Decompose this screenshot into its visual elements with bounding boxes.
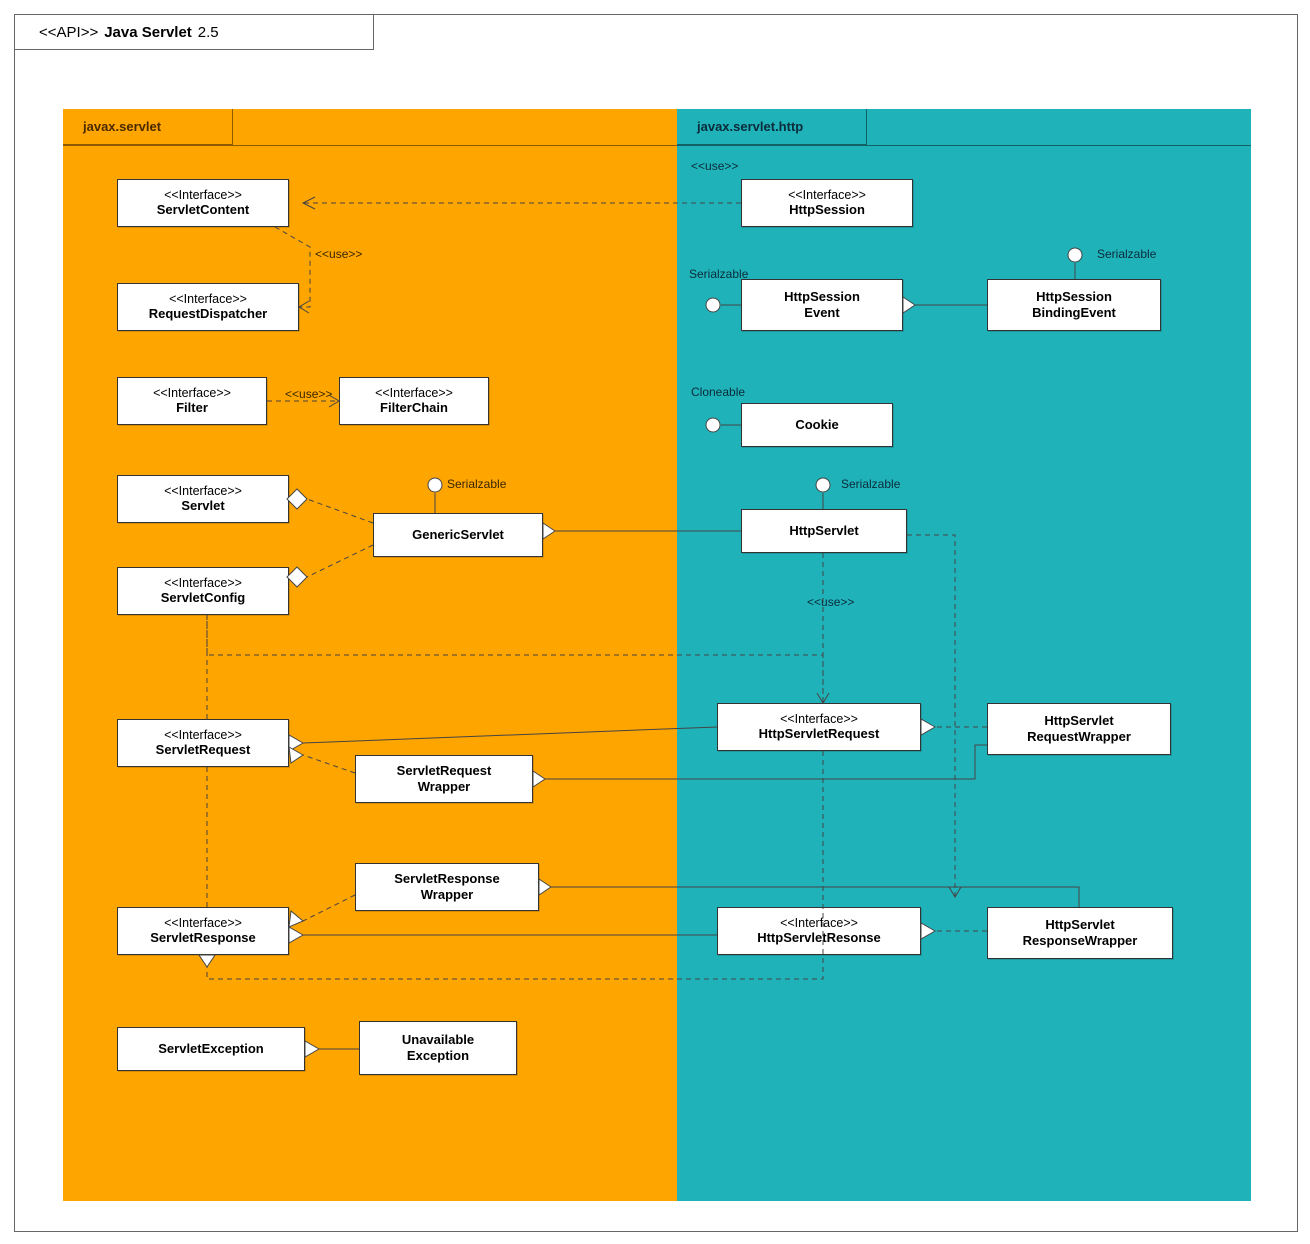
use-label: <<use>>: [691, 159, 738, 173]
serializable-label: Serialzable: [447, 477, 506, 491]
class-box-requestDispatcher: <<Interface>>RequestDispatcher: [117, 283, 299, 331]
use-label: <<use>>: [285, 387, 332, 401]
stereotype-label: <<Interface>>: [164, 916, 242, 930]
class-box-httpServletResponseWrapper: HttpServletResponseWrapper: [987, 907, 1173, 959]
class-box-servletResponse: <<Interface>>ServletResponse: [117, 907, 289, 955]
uml-frame: <<API>> Java Servlet 2.5 javax.servlet j…: [14, 14, 1298, 1232]
class-box-servletRequest: <<Interface>>ServletRequest: [117, 719, 289, 767]
package-tab-http: javax.servlet.http: [677, 109, 867, 145]
class-name: Servlet: [181, 498, 224, 514]
frame-title: Java Servlet: [104, 24, 192, 41]
stereotype-label: <<Interface>>: [169, 292, 247, 306]
class-box-httpServletRequestWrapper: HttpServletRequestWrapper: [987, 703, 1171, 755]
frame-stereotype: <<API>>: [39, 24, 98, 41]
stereotype-label: <<Interface>>: [780, 712, 858, 726]
class-name: RequestDispatcher: [149, 306, 267, 322]
package-divider: [63, 145, 677, 146]
stereotype-label: <<Interface>>: [788, 188, 866, 202]
class-name: HttpServletRequest: [759, 726, 880, 742]
class-name: ServletException: [158, 1041, 264, 1057]
class-box-filterChain: <<Interface>>FilterChain: [339, 377, 489, 425]
diagram-root: <<API>> Java Servlet 2.5 javax.servlet j…: [0, 0, 1310, 1244]
class-name: ServletContent: [157, 202, 249, 218]
cloneable-label: Cloneable: [691, 385, 745, 399]
class-box-servletResponseWrapper: ServletResponseWrapper: [355, 863, 539, 911]
stereotype-label: <<Interface>>: [164, 728, 242, 742]
stereotype-label: <<Interface>>: [164, 188, 242, 202]
class-name: UnavailableException: [402, 1032, 474, 1065]
class-name: HttpServletResponseWrapper: [1023, 917, 1138, 950]
stereotype-label: <<Interface>>: [164, 484, 242, 498]
class-name: HttpServletRequestWrapper: [1027, 713, 1131, 746]
serializable-label: Serialzable: [1097, 247, 1156, 261]
class-box-httpServletResponse: <<Interface>>HttpServletResonse: [717, 907, 921, 955]
class-name: ServletConfig: [161, 590, 246, 606]
class-name: HttpSessionEvent: [784, 289, 860, 322]
package-tab-servlet: javax.servlet: [63, 109, 233, 145]
class-box-httpServlet: HttpServlet: [741, 509, 907, 553]
package-divider: [677, 145, 1251, 146]
class-box-filter: <<Interface>>Filter: [117, 377, 267, 425]
class-box-httpSessionBindingEvent: HttpSessionBindingEvent: [987, 279, 1161, 331]
class-name: ServletResponse: [150, 930, 256, 946]
class-name: GenericServlet: [412, 527, 504, 543]
use-label: <<use>>: [807, 595, 854, 609]
class-box-httpSession: <<Interface>>HttpSession: [741, 179, 913, 227]
frame-header: <<API>> Java Servlet 2.5: [14, 14, 374, 50]
class-name: HttpServletResonse: [757, 930, 881, 946]
use-label: <<use>>: [315, 247, 362, 261]
class-name: FilterChain: [380, 400, 448, 416]
class-name: ServletResponseWrapper: [394, 871, 500, 904]
class-box-unavailableException: UnavailableException: [359, 1021, 517, 1075]
class-name: Filter: [176, 400, 208, 416]
class-name: Cookie: [795, 417, 838, 433]
class-name: HttpSessionBindingEvent: [1032, 289, 1116, 322]
stereotype-label: <<Interface>>: [780, 916, 858, 930]
class-box-servletContent: <<Interface>>ServletContent: [117, 179, 289, 227]
stereotype-label: <<Interface>>: [375, 386, 453, 400]
class-name: HttpServlet: [789, 523, 858, 539]
frame-version: 2.5: [198, 24, 219, 41]
stereotype-label: <<Interface>>: [153, 386, 231, 400]
class-name: ServletRequestWrapper: [397, 763, 492, 796]
class-box-servlet: <<Interface>>Servlet: [117, 475, 289, 523]
package-javax-servlet-http: javax.servlet.http: [677, 109, 1251, 1201]
class-box-genericServlet: GenericServlet: [373, 513, 543, 557]
stereotype-label: <<Interface>>: [164, 576, 242, 590]
class-name: HttpSession: [789, 202, 865, 218]
class-box-servletException: ServletException: [117, 1027, 305, 1071]
class-box-cookie: Cookie: [741, 403, 893, 447]
class-box-servletConfig: <<Interface>>ServletConfig: [117, 567, 289, 615]
class-box-httpServletRequest: <<Interface>>HttpServletRequest: [717, 703, 921, 751]
class-name: ServletRequest: [156, 742, 251, 758]
class-box-servletRequestWrapper: ServletRequestWrapper: [355, 755, 533, 803]
serializable-label: Serialzable: [841, 477, 900, 491]
class-box-httpSessionEvent: HttpSessionEvent: [741, 279, 903, 331]
serializable-label: Serialzable: [689, 267, 748, 281]
